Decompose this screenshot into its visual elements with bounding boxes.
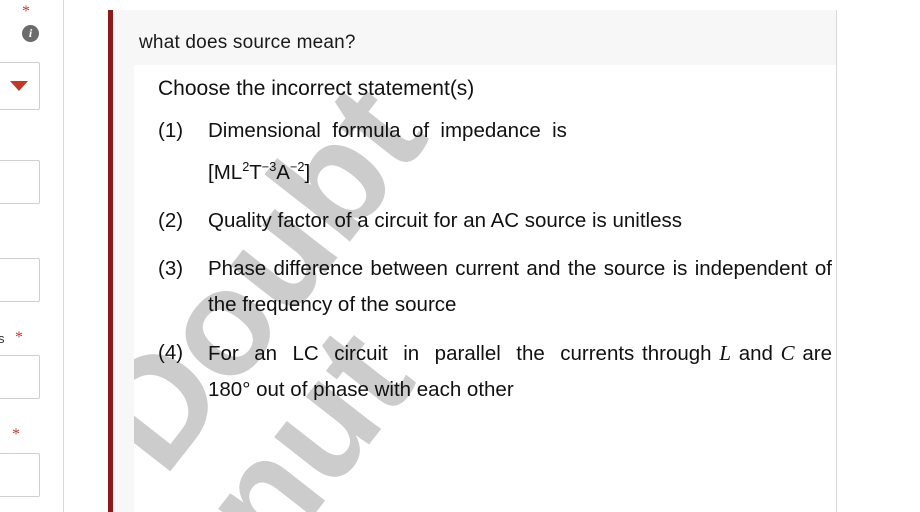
card-right-border [836, 10, 837, 512]
info-icon[interactable]: i [22, 25, 39, 42]
text-field-1[interactable] [0, 160, 40, 204]
field-label-partial-1: s [0, 331, 5, 346]
text-field-3[interactable] [0, 355, 40, 399]
left-form-panel: * i s * * [0, 0, 64, 512]
option-1-text: Dimensional formula of impedance is [ML2T… [208, 119, 567, 184]
question-body: Doubt nut Choose the incorrect statement… [134, 65, 836, 512]
chevron-down-icon[interactable] [10, 81, 28, 91]
card-accent-bar [108, 10, 113, 512]
option-2-number: (2) [158, 208, 184, 232]
option-3[interactable]: (3) Phase difference between current and… [134, 251, 836, 323]
option-1[interactable]: (1) Dimensional formula of impedance is[… [134, 113, 836, 191]
option-4-text: For an LC circuit in parallel the curren… [208, 340, 832, 401]
question-card: what does source mean? Doubt nut Choose … [108, 10, 836, 512]
option-4[interactable]: (4) For an LC circuit in parallel the cu… [134, 335, 836, 408]
option-3-number: (3) [158, 256, 184, 280]
option-2-text: Quality factor of a circuit for an AC so… [208, 208, 682, 232]
text-field-4[interactable] [0, 453, 40, 497]
option-3-text: Phase difference between current and the… [208, 256, 832, 316]
option-4-number: (4) [158, 340, 184, 364]
option-1-number: (1) [158, 119, 184, 142]
panel-divider [63, 0, 64, 512]
required-asterisk-1: * [22, 3, 30, 20]
option-2[interactable]: (2) Quality factor of a circuit for an A… [134, 203, 836, 239]
text-field-2[interactable] [0, 258, 40, 302]
required-asterisk-3: * [12, 426, 20, 443]
required-asterisk-2: * [15, 329, 23, 346]
question-content: Choose the incorrect statement(s) (1) Di… [134, 65, 836, 408]
user-prompt-text: what does source mean? [139, 32, 356, 53]
question-title: Choose the incorrect statement(s) [158, 77, 475, 100]
screenshot-root: * i s * * what does source mean? Doubt n… [0, 0, 920, 512]
